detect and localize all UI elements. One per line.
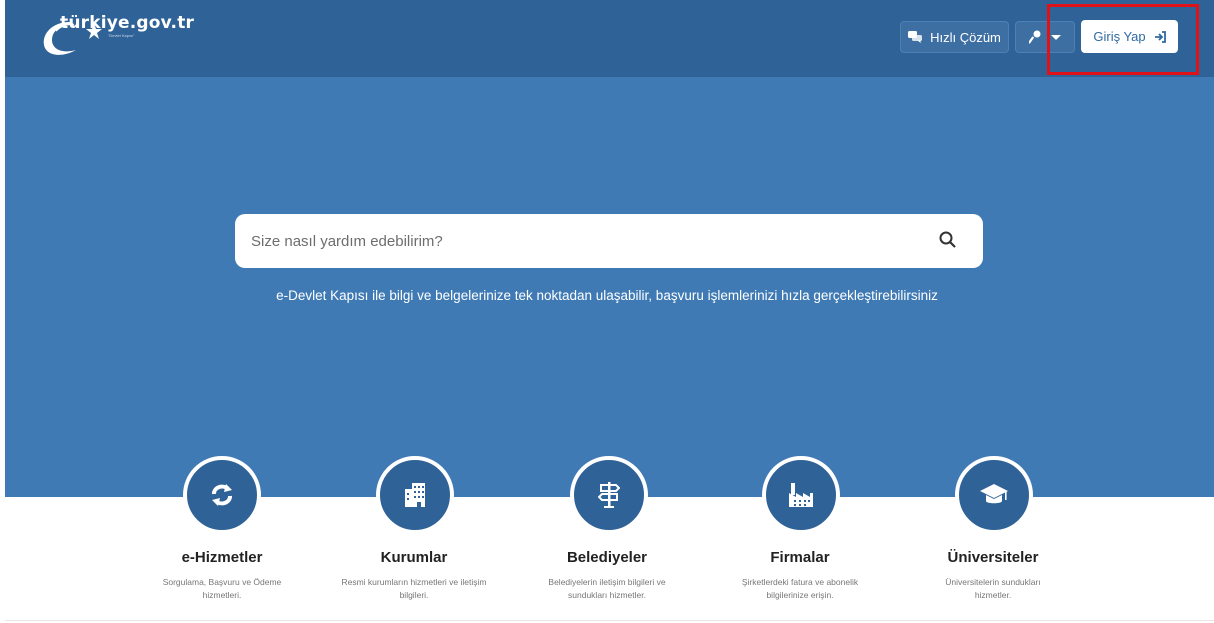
category-title: Kurumlar: [380, 549, 448, 566]
logo-text: türkiye.gov.tr: [60, 13, 195, 33]
search-input[interactable]: [251, 214, 931, 268]
category-description: Sorgulama, Başvuru ve Ödeme hizmetleri.: [162, 577, 282, 600]
category-universiteler-circle[interactable]: [955, 456, 1033, 534]
search-icon[interactable]: [938, 230, 958, 250]
giris-yap-button[interactable]: Giriş Yap: [1081, 20, 1178, 53]
building-icon: [405, 483, 425, 507]
hizli-cozum-button[interactable]: Hızlı Çözüm: [900, 21, 1009, 53]
sign-in-icon: [1154, 30, 1166, 43]
chat-bubbles-icon: [908, 31, 923, 43]
category-title: e-Hizmetler: [181, 549, 263, 566]
category-description: Şirketlerdeki fatura ve abonelik bilgile…: [741, 577, 859, 600]
logo-tagline: "Devlet Kapısı": [108, 33, 135, 38]
hero-tagline: e-Devlet Kapısı ile bilgi ve belgelerini…: [276, 288, 938, 303]
category-kurumlar-circle[interactable]: [376, 456, 454, 534]
key-icon: [1029, 30, 1041, 44]
category-title: Firmalar: [770, 549, 830, 566]
category-e-hizmetler-circle[interactable]: [183, 456, 261, 534]
category-firmalar-circle[interactable]: [762, 456, 840, 534]
category-belediyeler-circle[interactable]: [570, 456, 648, 534]
factory-icon: [789, 483, 813, 507]
category-title: Üniversiteler: [947, 549, 1039, 566]
bottom-divider: [5, 620, 1214, 621]
category-description: Belediyelerin iletişim bilgileri ve sund…: [548, 577, 666, 600]
giris-yap-label: Giriş Yap: [1093, 29, 1146, 44]
graduation-cap-icon: [980, 484, 1008, 504]
category-title: Belediyeler: [566, 549, 648, 566]
page: türkiye.gov.tr "Devlet Kapısı" Hızlı Çöz…: [0, 0, 1214, 623]
search-box[interactable]: [235, 214, 983, 268]
category-description: Üniversitelerin sundukları hizmetler.: [945, 577, 1041, 600]
category-description: Resmi kurumların hizmetleri ve iletişim …: [341, 577, 487, 600]
hizli-cozum-label: Hızlı Çözüm: [930, 29, 1001, 45]
signpost-icon: [598, 482, 620, 508]
refresh-icon: [212, 484, 232, 506]
hero-section: [5, 77, 1214, 497]
